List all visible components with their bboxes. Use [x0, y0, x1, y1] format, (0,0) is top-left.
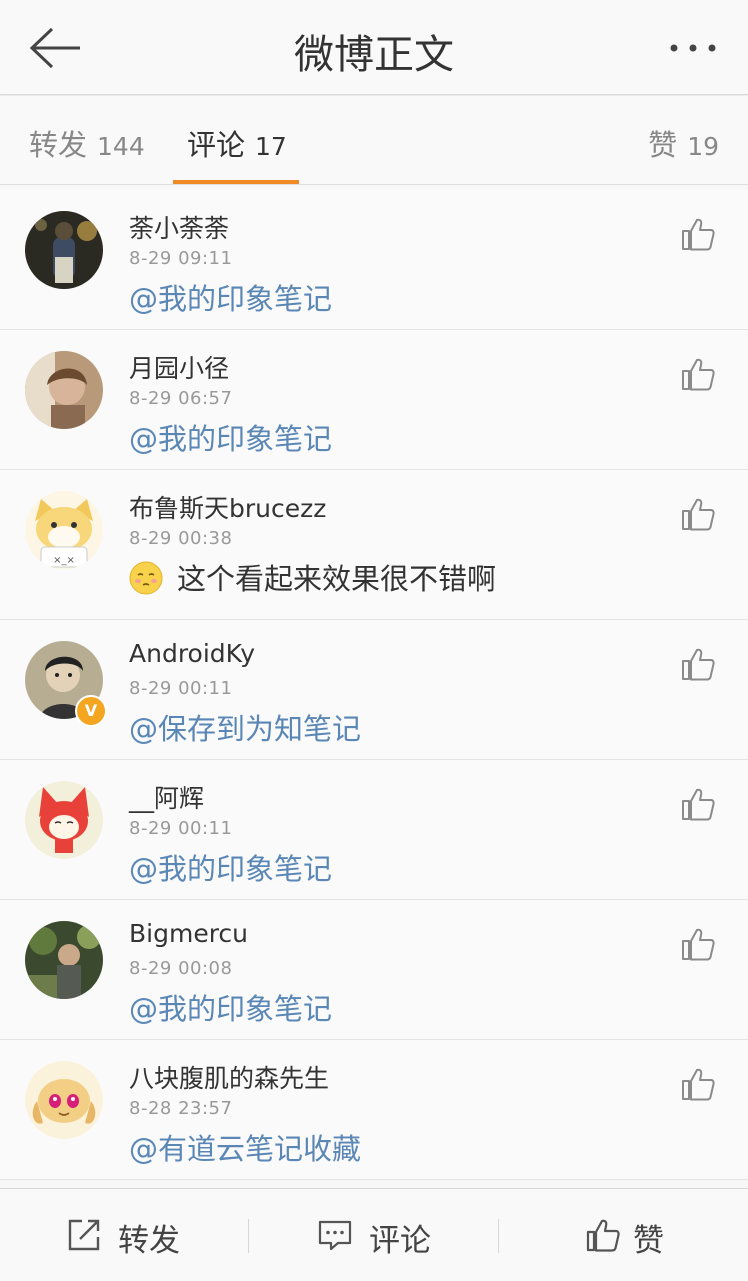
tab-repost-count: 144 — [97, 132, 145, 161]
repost-button-label: 转发 — [118, 1223, 180, 1259]
comment-time: 8-29 00:11 — [129, 818, 233, 839]
page-title: 微博正文 — [294, 32, 454, 78]
comment-item: Bigmercu 8-29 00:08 @我的印象笔记 — [0, 900, 748, 1040]
tab-like[interactable]: 赞 19 — [648, 122, 719, 164]
tab-comment-label: 评论 — [187, 128, 246, 162]
thumbs-up-icon[interactable] — [680, 216, 716, 252]
avatar[interactable] — [25, 1061, 103, 1139]
comment-time: 8-29 09:11 — [129, 248, 233, 269]
shy-face-emoji — [129, 561, 163, 595]
comment-time: 8-29 00:08 — [129, 958, 233, 979]
verified-badge: V — [75, 695, 107, 727]
avatar[interactable] — [25, 921, 103, 999]
thumbs-up-icon[interactable] — [680, 646, 716, 682]
comment-list: 荼小荼荼 8-29 09:11 @我的印象笔记 月园小径 8-29 06:57 … — [0, 190, 748, 1180]
comment-text: @有道云笔记收藏 — [129, 1126, 361, 1168]
comment-time: 8-29 00:11 — [129, 678, 233, 699]
bottom-action-bar: 转发 评论 赞 — [0, 1188, 748, 1281]
comment-item: 荼小荼荼 8-29 09:11 @我的印象笔记 — [0, 190, 748, 330]
comment-text: @我的印象笔记 — [129, 986, 332, 1028]
comment-author[interactable]: Bigmercu — [129, 919, 248, 948]
comment-author[interactable]: __阿辉 — [129, 779, 204, 815]
svg-text:×_×: ×_× — [53, 555, 75, 566]
like-button[interactable]: 赞 — [499, 1189, 748, 1281]
comment-author[interactable]: 布鲁斯天brucezz — [129, 489, 326, 525]
avatar[interactable] — [25, 351, 103, 429]
comment-item: 八块腹肌的森先生 8-28 23:57 @有道云笔记收藏 — [0, 1040, 748, 1180]
avatar[interactable]: ×_× — [25, 491, 103, 569]
thumbs-up-icon[interactable] — [680, 496, 716, 532]
repost-button[interactable]: 转发 — [0, 1189, 248, 1281]
mention-link[interactable]: @我的印象笔记 — [129, 422, 332, 456]
active-tab-indicator — [173, 180, 299, 184]
comment-time: 8-29 06:57 — [129, 388, 233, 409]
mention-link[interactable]: @有道云笔记收藏 — [129, 1132, 361, 1166]
like-button-label: 赞 — [633, 1223, 664, 1259]
comment-text: @保存到为知笔记 — [129, 706, 361, 748]
comment-time: 8-28 23:57 — [129, 1098, 233, 1119]
tab-repost-label: 转发 — [29, 128, 88, 162]
comment-author[interactable]: 荼小荼荼 — [129, 209, 229, 245]
comment-button-label: 评论 — [369, 1223, 431, 1259]
comment-text: @我的印象笔记 — [129, 416, 332, 458]
thumbs-up-icon — [586, 1219, 620, 1252]
tab-repost[interactable]: 转发 144 — [29, 122, 145, 164]
comment-item: __阿辉 8-29 00:11 @我的印象笔记 — [0, 760, 748, 900]
avatar[interactable] — [25, 781, 103, 859]
top-app-bar: 微博正文 — [0, 0, 748, 95]
comment-text: @我的印象笔记 — [129, 276, 332, 318]
comment-text: 这个看起来效果很不错啊 — [129, 556, 496, 598]
thumbs-up-icon[interactable] — [680, 356, 716, 392]
comment-author[interactable]: 八块腹肌的森先生 — [129, 1059, 329, 1095]
tab-comment[interactable]: 评论 17 — [187, 122, 287, 164]
more-dots-icon[interactable] — [668, 34, 718, 62]
tab-like-label: 赞 — [648, 128, 678, 162]
mention-link[interactable]: @我的印象笔记 — [129, 852, 332, 886]
mention-link[interactable]: @我的印象笔记 — [129, 282, 332, 316]
tab-like-count: 19 — [687, 132, 719, 161]
comment-time: 8-29 00:38 — [129, 528, 233, 549]
thumbs-up-icon[interactable] — [680, 786, 716, 822]
tab-bar: 转发 144 评论 17 赞 19 — [0, 96, 748, 185]
mention-link[interactable]: @保存到为知笔记 — [129, 712, 361, 746]
mention-link[interactable]: @我的印象笔记 — [129, 992, 332, 1026]
comment-plain-text: 这个看起来效果很不错啊 — [177, 562, 497, 596]
tab-comment-count: 17 — [255, 132, 287, 161]
comment-item: ×_× 布鲁斯天brucezz 8-29 00:38 这个看起来效果很不错啊 — [0, 470, 748, 620]
comment-author[interactable]: 月园小径 — [129, 349, 229, 385]
comment-button[interactable]: 评论 — [249, 1189, 497, 1281]
comment-item: 月园小径 8-29 06:57 @我的印象笔记 — [0, 330, 748, 470]
comment-author[interactable]: AndroidKy — [129, 639, 255, 668]
comment-item: V AndroidKy 8-29 00:11 @保存到为知笔记 — [0, 620, 748, 760]
avatar[interactable] — [25, 211, 103, 289]
comment-bubble-icon — [318, 1220, 352, 1251]
thumbs-up-icon[interactable] — [680, 1066, 716, 1102]
share-out-icon — [68, 1219, 100, 1251]
comment-text: @我的印象笔记 — [129, 846, 332, 888]
thumbs-up-icon[interactable] — [680, 926, 716, 962]
